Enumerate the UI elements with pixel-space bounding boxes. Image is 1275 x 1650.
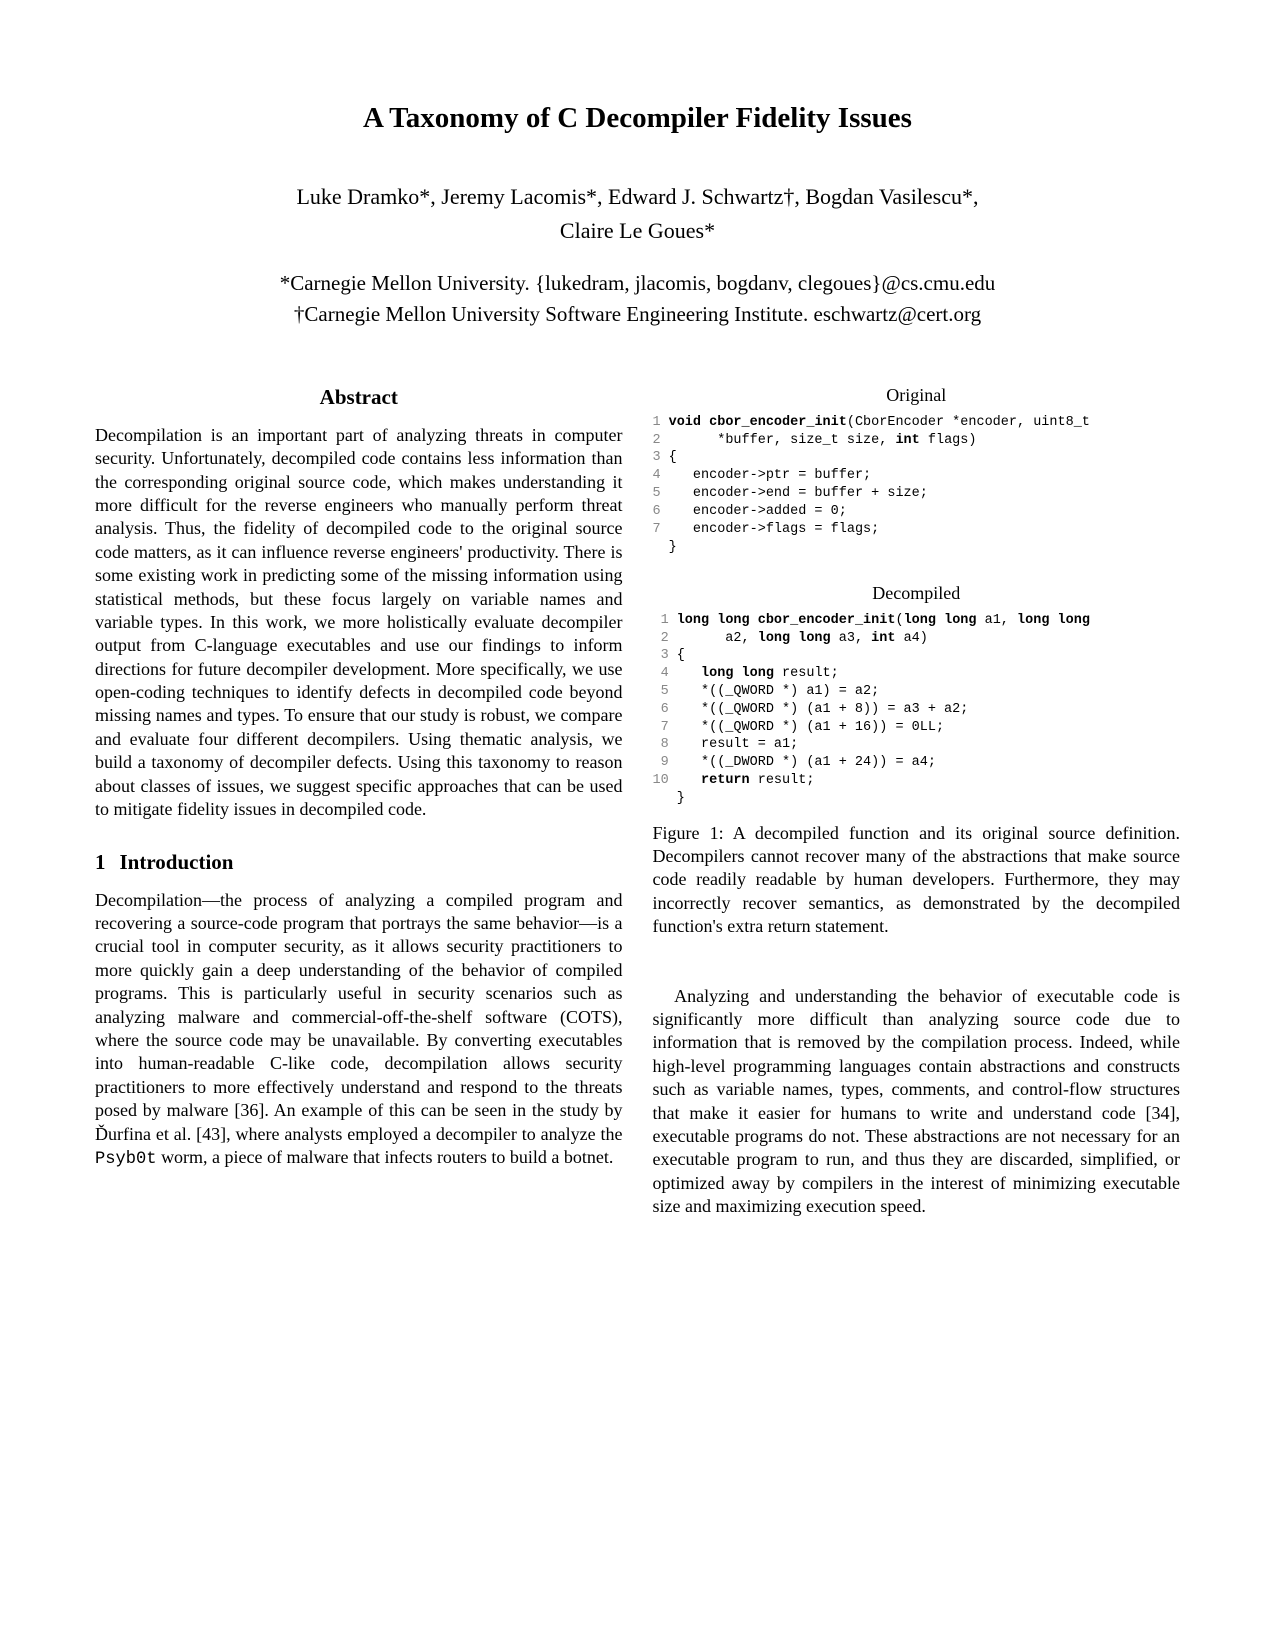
code-listing-decompiled: 1 2 3 4 5 6 7 8 9 10 long long cbor_enco…	[653, 612, 1181, 808]
left-column: Abstract Decompilation is an important p…	[95, 384, 623, 1218]
abstract-text: Decompilation is an important part of an…	[95, 424, 623, 822]
intro-paragraph-1: Decompilation—the process of analyzing a…	[95, 889, 623, 1172]
code-body-decompiled: long long cbor_encoder_init(long long a1…	[677, 612, 1090, 808]
listing-label-original: Original	[653, 384, 1181, 407]
affiliation-line-1: *Carnegie Mellon University. {lukedram, …	[95, 270, 1180, 297]
section-number: 1	[95, 849, 106, 876]
right-paragraph-2: Analyzing and understanding the behavior…	[653, 985, 1181, 1219]
intro-p1-part-a: Decompilation—the process of analyzing a…	[95, 890, 623, 1144]
spacer	[653, 939, 1181, 985]
inline-code-psyb0t: Psyb0t	[95, 1150, 157, 1169]
listing-label-decompiled: Decompiled	[653, 582, 1181, 605]
affiliation-line-2: †Carnegie Mellon University Software Eng…	[95, 301, 1180, 328]
paper-title: A Taxonomy of C Decompiler Fidelity Issu…	[95, 100, 1180, 138]
code-body-original: void cbor_encoder_init(CborEncoder *enco…	[669, 414, 1090, 557]
abstract-heading: Abstract	[95, 384, 623, 411]
section-title: Introduction	[120, 850, 234, 874]
code-linenumbers-decompiled: 1 2 3 4 5 6 7 8 9 10	[653, 612, 677, 808]
author-line-1: Luke Dramko*, Jeremy Lacomis*, Edward J.…	[95, 183, 1180, 212]
two-column-layout: Abstract Decompilation is an important p…	[95, 384, 1180, 1218]
spacer	[653, 560, 1181, 582]
code-linenumbers-original: 1 2 3 4 5 6 7	[653, 414, 669, 557]
section-heading-intro: 1 Introduction	[95, 849, 623, 876]
code-listing-original: 1 2 3 4 5 6 7 void cbor_encoder_init(Cbo…	[653, 414, 1181, 557]
right-column: Original 1 2 3 4 5 6 7 void cbor_encoder…	[653, 384, 1181, 1218]
figure-1-caption: Figure 1: A decompiled function and its …	[653, 822, 1181, 939]
author-line-2: Claire Le Goues*	[95, 217, 1180, 246]
intro-p1-part-b: worm, a piece of malware that infects ro…	[157, 1147, 614, 1167]
